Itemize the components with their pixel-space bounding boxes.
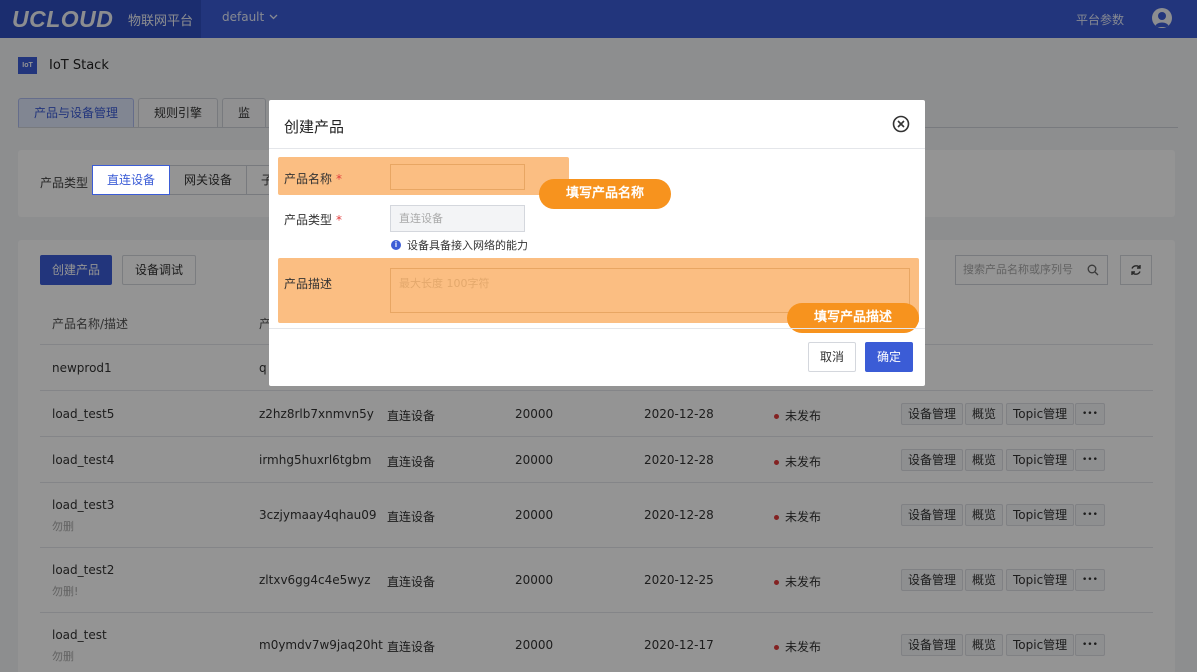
- product-name-label: 产品名称 *: [284, 170, 342, 187]
- callout-fill-name: 填写产品名称: [539, 179, 671, 209]
- required-mark: *: [336, 172, 343, 186]
- info-icon: i: [391, 240, 401, 250]
- confirm-button[interactable]: 确定: [865, 342, 914, 372]
- product-type-select: 直连设备: [390, 205, 525, 232]
- required-mark: *: [336, 213, 343, 227]
- product-type-label-text: 产品类型: [284, 213, 333, 227]
- product-type-hint: i 设备具备接入网络的能力: [391, 237, 528, 253]
- hint-text: 设备具备接入网络的能力: [407, 239, 528, 252]
- product-desc-label: 产品描述: [284, 277, 333, 291]
- dialog-footer-divider: [269, 328, 925, 329]
- filter-direct-device[interactable]: 直连设备: [92, 165, 171, 195]
- dialog-title: 创建产品: [284, 118, 345, 136]
- close-icon[interactable]: [892, 115, 910, 133]
- product-name-input[interactable]: [390, 164, 525, 190]
- cancel-button[interactable]: 取消: [808, 342, 857, 372]
- product-type-label: 产品类型 *: [284, 211, 342, 228]
- product-name-label-text: 产品名称: [284, 172, 333, 186]
- create-product-dialog: 创建产品 产品名称 * 填写产品名称 产品类型 * 直连设备 i 设备具备接入网络的…: [269, 100, 925, 386]
- dialog-header-divider: [269, 148, 925, 149]
